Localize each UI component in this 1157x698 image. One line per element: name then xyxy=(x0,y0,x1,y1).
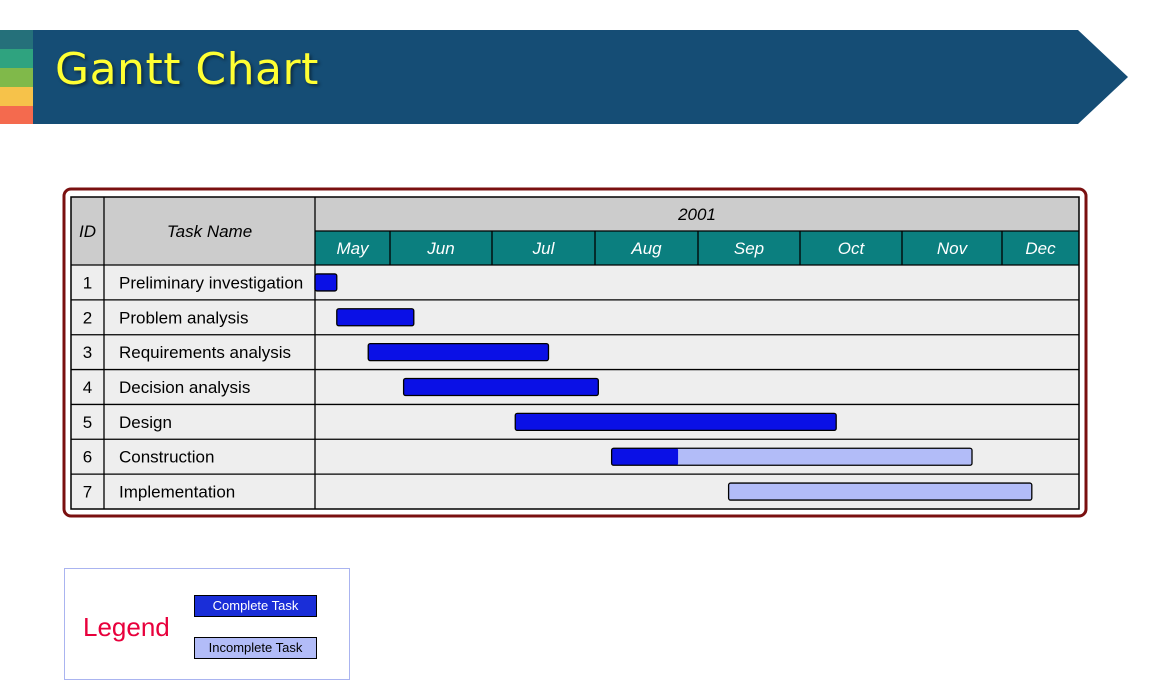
month-label: Dec xyxy=(1025,239,1056,258)
task-bar-complete xyxy=(315,273,337,291)
header-task-name: Task Name xyxy=(167,222,252,241)
month-label: Nov xyxy=(937,239,969,258)
year-label: 2001 xyxy=(677,205,716,224)
task-id: 3 xyxy=(83,343,92,362)
gantt-chart: ID Task Name 2001 May Jun Jul Aug Sep Oct Nov Dec 1… xyxy=(62,187,1088,518)
task-id: 4 xyxy=(83,378,92,397)
task-name: Implementation xyxy=(119,483,235,502)
legend-complete-swatch: Complete Task xyxy=(194,595,317,617)
legend-incomplete-swatch: Incomplete Task xyxy=(194,637,317,659)
task-bar-complete xyxy=(368,343,549,361)
task-bar-complete xyxy=(611,448,679,466)
task-bar xyxy=(728,483,1032,501)
task-name: Problem analysis xyxy=(119,308,248,327)
month-label: May xyxy=(336,239,370,258)
task-id: 1 xyxy=(83,273,92,292)
legend-title: Legend xyxy=(83,612,170,642)
task-bar-complete xyxy=(403,378,599,396)
month-label: Sep xyxy=(734,239,764,258)
task-id: 6 xyxy=(83,448,92,467)
task-bar-complete xyxy=(515,413,837,431)
task-bar-complete xyxy=(336,308,414,326)
task-name: Preliminary investigation xyxy=(119,273,303,292)
month-label: Oct xyxy=(838,239,866,258)
task-id: 7 xyxy=(83,483,92,502)
task-name: Construction xyxy=(119,448,214,467)
task-id: 2 xyxy=(83,308,92,327)
task-name: Design xyxy=(119,413,172,432)
task-name: Requirements analysis xyxy=(119,343,291,362)
month-label: Jun xyxy=(426,239,454,258)
task-id: 5 xyxy=(83,413,92,432)
header-id: ID xyxy=(79,222,96,241)
month-label: Jul xyxy=(532,239,556,258)
month-label: Aug xyxy=(630,239,662,258)
task-name: Decision analysis xyxy=(119,378,250,397)
